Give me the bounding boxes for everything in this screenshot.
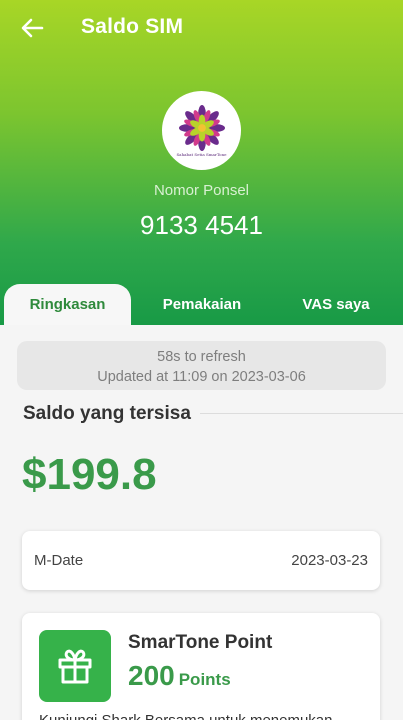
phone-number: 9133 4541	[140, 210, 263, 240]
point-value-row: 200 Points	[128, 660, 231, 692]
mdate-card: M-Date 2023-03-23	[22, 531, 380, 590]
tab-vas-saya[interactable]: VAS saya	[272, 284, 400, 325]
point-value: 200	[128, 660, 175, 691]
point-title: SmarTone Point	[128, 632, 273, 653]
phone-label: Nomor Ponsel	[153, 182, 250, 199]
logo: Sahabat Setia SmarTone	[162, 91, 241, 170]
header: Saldo SIM Sahabat Setia SmarTone Nomor P…	[0, 0, 403, 325]
refresh-countdown: 58s to refresh	[157, 349, 246, 365]
tab-ringkasan[interactable]: Ringkasan	[4, 284, 131, 325]
mdate-value: 2023-03-23	[291, 552, 368, 569]
tab-pemakaian[interactable]: Pemakaian	[140, 284, 264, 325]
back-arrow-icon[interactable]	[18, 14, 46, 42]
section-divider	[200, 413, 403, 414]
updated-timestamp: Updated at 11:09 on 2023-03-06	[97, 369, 306, 385]
point-unit: Points	[178, 670, 231, 689]
tab-bar: Ringkasan Pemakaian VAS saya	[0, 284, 403, 325]
smartone-point-card[interactable]: SmarTone Point 200Points Kunjungi Shark …	[22, 613, 380, 720]
balance-section-title: Saldo yang tersisa	[23, 403, 191, 424]
flower-logo-icon	[178, 104, 225, 151]
balance-amount: $199.8	[22, 450, 157, 499]
refresh-status: 58s to refresh Updated at 11:09 on 2023-…	[17, 341, 386, 390]
page-title: Saldo SIM	[81, 15, 184, 38]
gift-icon	[58, 649, 92, 684]
logo-caption: Sahabat Setia SmarTone	[176, 151, 227, 157]
mdate-label: M-Date	[34, 552, 84, 569]
gift-badge	[39, 630, 111, 702]
point-description: Kunjungi Shark Bersama untuk menemukan	[39, 712, 333, 720]
